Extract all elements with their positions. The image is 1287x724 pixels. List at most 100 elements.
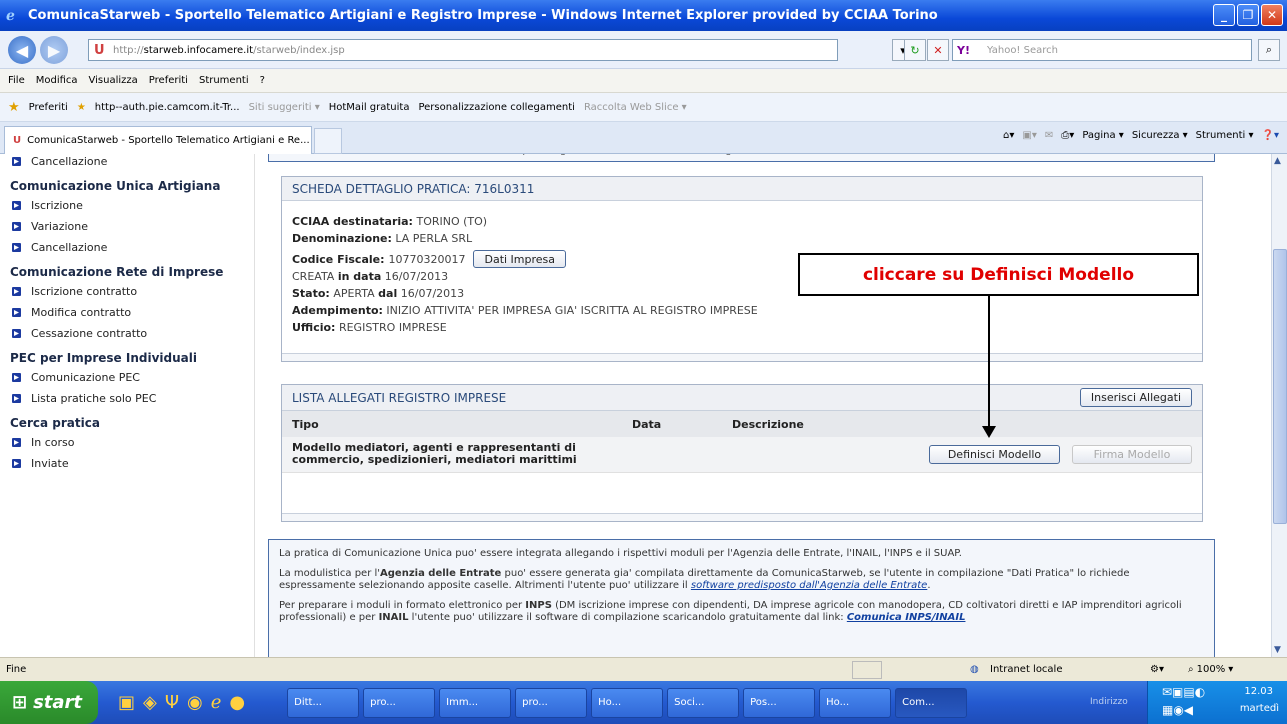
inserisci-allegati-button[interactable]: Inserisci Allegati [1079,388,1192,407]
print-icon[interactable]: ⎙▾ [1061,130,1074,141]
sidebar-item-inviate[interactable]: Inviate [12,456,254,471]
back-button[interactable]: ◀ [8,36,36,64]
tray-icons[interactable]: ✉▣▤◐ [1162,685,1205,699]
system-tray: ✉▣▤◐ ▦◉◀ 12.03 martedì [1147,681,1287,724]
sicurezza-menu[interactable]: Sicurezza ▾ [1132,130,1188,141]
sidebar-section-title: Comunicazione Unica Artigiana [10,179,221,193]
bullet-icon [12,438,21,447]
taskbar-item-com[interactable]: Com... [895,687,968,718]
maximize-button[interactable]: ❐ [1237,4,1259,26]
sidebar-item-variazione[interactable]: Variazione [12,219,254,234]
sidebar-item-comunicazione-pec[interactable]: Comunicazione PEC [12,370,254,385]
taskbar-item-ho2[interactable]: Ho... [819,687,892,718]
firefox-icon[interactable]: ● [229,692,245,713]
vertical-scrollbar[interactable]: ▲ ▼ [1271,154,1287,657]
taskbar-item-pro2[interactable]: pro... [515,687,588,718]
firma-modello-button[interactable]: Firma Modello [1072,445,1192,464]
instruction-callout: cliccare su Definisci Modello [798,253,1199,296]
scroll-down-icon[interactable]: ▼ [1274,645,1281,655]
col-descrizione: Descrizione [732,418,804,431]
menu-strumenti[interactable]: Strumenti [199,75,249,86]
zoom-icon: ⌕ [1188,664,1194,675]
search-icon[interactable]: ⌕ [1258,39,1280,61]
taskbar-item-ho[interactable]: Ho... [591,687,664,718]
quicklaunch-icon-2[interactable]: ◈ [143,692,157,713]
menu-preferiti[interactable]: Preferiti [149,75,188,86]
taskbar-item-ditt[interactable]: Ditt... [287,687,360,718]
stop-icon[interactable]: ✕ [927,39,949,61]
bullet-icon [12,287,21,296]
home-icon[interactable]: ⌂▾ [1003,130,1014,141]
fav-link-webslice[interactable]: Raccolta Web Slice ▾ [584,102,687,113]
intranet-icon: ◍ [970,664,979,675]
sidebar-item-modifica-contratto[interactable]: Modifica contratto [12,305,254,320]
sidebar-item-in-corso[interactable]: In corso [12,435,254,450]
menu-file[interactable]: File [8,75,25,86]
windows-logo-icon: ⊞ [12,692,28,713]
comunica-inps-inail-link[interactable]: Comunica INPS/INAIL [847,612,966,623]
dati-impresa-button[interactable]: Dati Impresa [473,250,567,268]
media-player-icon[interactable]: ◉ [187,692,203,713]
forward-button[interactable]: ▶ [40,36,68,64]
mail-icon[interactable]: ✉ [1045,130,1053,141]
tab-bar: U ComunicaStarweb - Sportello Telematico… [0,122,1287,154]
address-field[interactable]: U http://starweb.infocamere.it/starweb/i… [88,39,838,61]
search-input[interactable]: Y! Yahoo! Search [952,39,1252,61]
bullet-icon [12,459,21,468]
fav-link-hotmail[interactable]: HotMail gratuita [329,102,410,113]
fav-link-personalizzazione[interactable]: Personalizzazione collegamenti [418,102,574,113]
protected-mode-icon[interactable]: ⚙▾ [1150,664,1164,675]
pagina-menu[interactable]: Pagina ▾ [1082,130,1124,141]
bullet-icon [12,308,21,317]
favorites-button[interactable]: Preferiti [29,102,68,113]
agenzia-software-link[interactable]: software predisposto dall'Agenzia delle … [691,580,927,591]
taskbar-item-soci[interactable]: Soci... [667,687,740,718]
ie-quicklaunch-icon[interactable]: ℯ [211,692,222,713]
add-favorite-icon[interactable]: ★ [77,102,86,113]
minimize-button[interactable]: _ [1213,4,1235,26]
sidebar-item-cessazione-contratto[interactable]: Cessazione contratto [12,326,254,341]
page-content: Cancellazione Comunicazione Unica Artigi… [0,154,1271,657]
info-box: La pratica di Comunicazione Unica puo' e… [268,539,1215,657]
sidebar-item-lista-pratiche-pec[interactable]: Lista pratiche solo PEC [12,391,254,406]
start-button[interactable]: ⊞ start [0,681,98,724]
bullet-icon [12,157,21,166]
scroll-up-icon[interactable]: ▲ [1274,156,1281,166]
callout-arrowhead [982,426,996,438]
scheda-header: SCHEDA DETTAGLIO PRATICA: 716L0311 [282,177,1202,201]
new-tab-button[interactable] [314,128,342,154]
taskbar-item-pro[interactable]: pro... [363,687,436,718]
help-icon[interactable]: ❓▾ [1262,130,1279,141]
clock-day: martedì [1239,703,1279,714]
info-paragraph-2: La modulistica per l'Agenzia delle Entra… [279,568,1130,591]
strumenti-menu[interactable]: Strumenti ▾ [1196,130,1254,141]
fav-link-siti[interactable]: Siti suggeriti ▾ [249,102,320,113]
definisci-modello-button[interactable]: Definisci Modello [929,445,1060,464]
sidebar-item-iscrizione-contratto[interactable]: Iscrizione contratto [12,284,254,299]
zoom-control[interactable]: ⌕ 100% ▾ [1188,664,1233,675]
sidebar-item-cancellazione-top[interactable]: Cancellazione [12,154,254,169]
tab-comunicastarweb[interactable]: U ComunicaStarweb - Sportello Telematico… [4,126,312,154]
site-icon: U [94,42,105,58]
tray-icons-2[interactable]: ▦◉◀ [1162,703,1193,717]
bullet-icon [12,201,21,210]
refresh-icon[interactable]: ↻ [904,39,926,61]
cciaa-value: TORINO (TO) [416,215,488,228]
menu-modifica[interactable]: Modifica [36,75,78,86]
fav-link-auth[interactable]: http--auth.pie.camcom.it-Tr... [95,102,240,113]
taskbar-item-imm[interactable]: Imm... [439,687,512,718]
quicklaunch-icon-1[interactable]: ▣ [118,692,135,713]
feeds-icon[interactable]: ▣▾ [1022,130,1036,141]
taskbar-item-pos[interactable]: Pos... [743,687,816,718]
indirizzo-label: Indirizzo [1090,697,1128,707]
sidebar-item-iscrizione[interactable]: Iscrizione [12,198,254,213]
close-button[interactable]: ✕ [1261,4,1283,26]
sidebar-item-cancellazione[interactable]: Cancellazione [12,240,254,255]
sidebar-section-title: PEC per Imprese Individuali [10,351,197,365]
callout-arrow [988,296,990,430]
scroll-thumb[interactable] [1273,249,1287,524]
quick-launch: ▣ ◈ Ψ ◉ ℯ ● [118,692,245,713]
quicklaunch-icon-3[interactable]: Ψ [165,692,179,713]
menu-help[interactable]: ? [260,75,265,86]
menu-visualizza[interactable]: Visualizza [89,75,138,86]
